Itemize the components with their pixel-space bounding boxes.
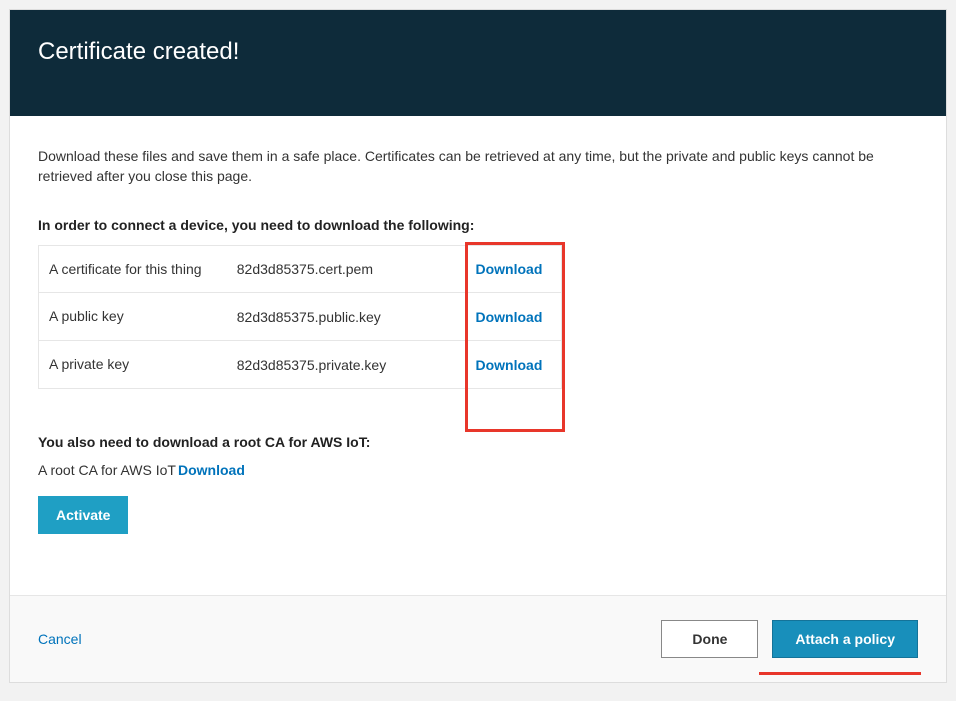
file-name: 82d3d85375.public.key bbox=[227, 293, 457, 341]
rootca-label: A root CA for AWS IoT bbox=[38, 462, 176, 478]
rootca-title: You also need to download a root CA for … bbox=[38, 434, 918, 450]
attach-highlight-underline bbox=[759, 672, 921, 675]
intro-text: Download these files and save them in a … bbox=[38, 146, 918, 187]
file-name: 82d3d85375.private.key bbox=[227, 341, 457, 389]
certificate-created-modal: Certificate created! Download these file… bbox=[9, 9, 947, 683]
table-row: A public key 82d3d85375.public.key Downl… bbox=[39, 293, 562, 341]
file-name: 82d3d85375.cert.pem bbox=[227, 245, 457, 293]
download-link-private[interactable]: Download bbox=[475, 357, 542, 373]
file-desc: A private key bbox=[39, 341, 227, 389]
modal-header: Certificate created! bbox=[10, 10, 946, 116]
rootca-line: A root CA for AWS IoTDownload bbox=[38, 462, 918, 478]
file-desc: A certificate for this thing bbox=[39, 245, 227, 293]
rootca-download-link[interactable]: Download bbox=[178, 462, 245, 478]
files-table-wrap: A certificate for this thing 82d3d85375.… bbox=[38, 245, 562, 430]
download-link-cert[interactable]: Download bbox=[475, 261, 542, 277]
download-section-title: In order to connect a device, you need t… bbox=[38, 217, 918, 233]
modal-content: Download these files and save them in a … bbox=[10, 116, 946, 595]
files-table: A certificate for this thing 82d3d85375.… bbox=[38, 245, 562, 390]
footer-right: Done Attach a policy bbox=[661, 620, 918, 658]
page-title: Certificate created! bbox=[38, 38, 918, 66]
download-link-public[interactable]: Download bbox=[475, 309, 542, 325]
cancel-link[interactable]: Cancel bbox=[38, 631, 82, 647]
table-row: A certificate for this thing 82d3d85375.… bbox=[39, 245, 562, 293]
activate-button[interactable]: Activate bbox=[38, 496, 128, 534]
attach-policy-button[interactable]: Attach a policy bbox=[772, 620, 918, 658]
table-row: A private key 82d3d85375.private.key Dow… bbox=[39, 341, 562, 389]
done-button[interactable]: Done bbox=[661, 620, 758, 658]
rootca-section: You also need to download a root CA for … bbox=[38, 434, 918, 478]
file-desc: A public key bbox=[39, 293, 227, 341]
modal-footer: Cancel Done Attach a policy bbox=[10, 595, 946, 682]
